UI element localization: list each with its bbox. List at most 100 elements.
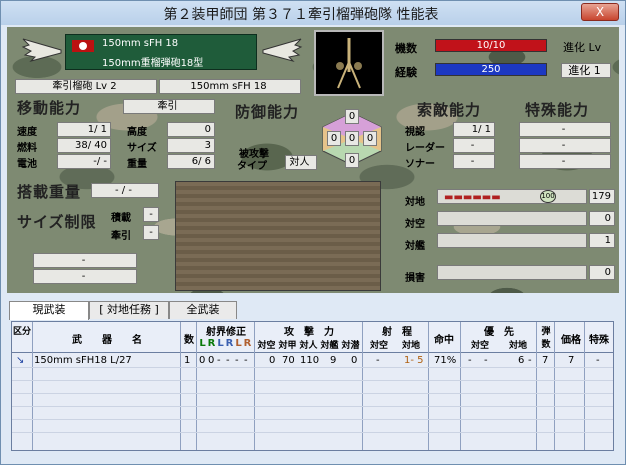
close-button[interactable]: X	[581, 3, 619, 21]
special-1: -	[519, 122, 611, 137]
cargo-grid	[175, 181, 381, 291]
col-price: 価格	[561, 335, 581, 346]
air-value: 0	[589, 211, 615, 226]
unit-name-box: 150mm sFH 18 150mm重榴弾砲18型	[65, 34, 257, 70]
loss-bar	[437, 265, 587, 280]
row-range-ground: 1- 5	[404, 355, 424, 366]
pri-ground: 対地	[508, 341, 527, 351]
attacked-type-label: タイプ	[237, 161, 267, 172]
exp-label: 経験	[395, 66, 417, 79]
col-weapon: 武 器 名	[72, 335, 142, 346]
row-range-air: -	[376, 355, 380, 366]
tab-current-weapons[interactable]: 現武装	[9, 301, 89, 320]
left-wing-icon	[21, 38, 62, 62]
lr-l3: L	[235, 338, 242, 349]
move-mode: 牽引	[123, 99, 215, 114]
col-range-fix: 射界修正	[206, 327, 246, 338]
defense-center: 0	[345, 131, 359, 146]
tow-value: -	[143, 225, 159, 240]
defense-right: 0	[363, 131, 377, 146]
col-kind: 区分	[12, 327, 31, 337]
row-att-personnel: 110	[300, 355, 320, 366]
air-bar	[437, 211, 587, 226]
tab-all-weapons[interactable]: 全武装	[169, 301, 237, 319]
load-label: 積載	[111, 213, 131, 224]
carry-value: - / -	[91, 183, 159, 198]
air-label: 対空	[405, 219, 425, 230]
howitzer-icon	[336, 38, 362, 89]
range-ground: 対地	[401, 341, 420, 351]
loss-label: 損害	[405, 273, 425, 284]
carry-title: 搭載重量	[17, 183, 82, 201]
unit-stats-panel: 150mm sFH 18 150mm重榴弾砲18型 牽引榴砲 Lv 2 150m…	[7, 27, 619, 293]
row-lr3: -	[217, 355, 221, 366]
weapon-table: 区分 武 器 名 数 射界修正 L R L R L R 攻 撃 力 対空 対甲 …	[11, 321, 614, 451]
row-special: -	[596, 355, 600, 366]
fuel-label: 燃料	[17, 143, 37, 154]
size-value: 3	[167, 138, 215, 153]
defense-bottom: 0	[345, 153, 359, 168]
unit-type-level: 牽引榴砲 Lv 2	[15, 79, 157, 94]
radar-label: レーダー	[405, 143, 445, 154]
att-sub: 対潜	[341, 341, 360, 351]
row-ammo: 7	[542, 355, 549, 366]
radar-value: -	[453, 138, 495, 153]
unit-portrait	[314, 30, 384, 96]
defense-left: 0	[327, 131, 341, 146]
col-attack: 攻 撃 力	[284, 327, 334, 338]
row-lr4: -	[226, 355, 230, 366]
loss-value: 0	[589, 265, 615, 280]
size-label: サイズ	[127, 143, 157, 154]
weight-value: 6/ 6	[167, 154, 215, 169]
flag-icon	[72, 40, 94, 52]
load-value: -	[143, 207, 159, 222]
evo-value: 進化 1	[561, 63, 611, 78]
alt-value: 0	[167, 122, 215, 137]
lr-l1: L	[199, 338, 206, 349]
title-bar: 第２装甲師団 第３７１牽引榴弾砲隊 性能表 X	[1, 1, 625, 25]
col-count: 数	[184, 335, 194, 346]
exp-bar: 250	[435, 63, 547, 76]
sonar-value: -	[453, 154, 495, 169]
lr-l2: L	[217, 338, 224, 349]
row-pri-1: -	[468, 355, 472, 366]
col-ammo: 弾数	[541, 327, 551, 350]
lr-r2: R	[225, 338, 234, 349]
scout-title: 索敵能力	[417, 101, 482, 119]
ground-bar: ▬▬▬▬▬▬ 100	[437, 189, 587, 204]
defense-top: 0	[345, 109, 359, 124]
carry-field-2: -	[33, 269, 137, 284]
unit-weapon-2: 150mm sFH 18	[159, 79, 301, 94]
move-title: 移動能力	[17, 99, 82, 117]
ground-badge: 100	[540, 190, 556, 203]
row-count: 1	[184, 355, 191, 366]
table-header: 区分 武 器 名 数 射界修正 L R L R L R 攻 撃 力 対空 対甲 …	[12, 322, 613, 353]
pri-air: 対空	[470, 341, 489, 351]
row-lr2: 0	[208, 355, 215, 366]
lr-r1: R	[207, 338, 216, 349]
row-weapon: 150mm sFH18 L/27	[34, 355, 132, 366]
special-title: 特殊能力	[525, 101, 590, 119]
row-lr1: 0	[199, 355, 206, 366]
speed-value: 1/ 1	[57, 122, 111, 137]
unit-name: 150mm重榴弾砲18型	[102, 58, 204, 69]
row-lr5: -	[235, 355, 239, 366]
att-air: 対空	[257, 341, 276, 351]
row-att-armor: 70	[282, 355, 295, 366]
battery-label: 電池	[17, 159, 37, 170]
evo-label: 進化 Lv	[563, 41, 602, 54]
carry-field-1: -	[33, 253, 137, 268]
lr-r3: R	[243, 338, 252, 349]
tank-icons: ▬▬▬▬▬▬	[444, 192, 501, 203]
fuel-value: 38/ 40	[57, 138, 111, 153]
battery-value: -/ -	[57, 154, 111, 169]
row-att-air: 0	[269, 355, 276, 366]
row-price: 7	[568, 355, 575, 366]
defense-title: 防御能力	[235, 103, 300, 121]
tab-ground-mission[interactable]: [ 対地任務 ]	[89, 301, 169, 319]
range-air: 対空	[369, 341, 388, 351]
unit-weapon: 150mm sFH 18	[102, 38, 179, 49]
att-ship: 対艦	[320, 341, 339, 351]
row-att-ship: 9	[330, 355, 337, 366]
row-hit: 71%	[434, 355, 457, 366]
